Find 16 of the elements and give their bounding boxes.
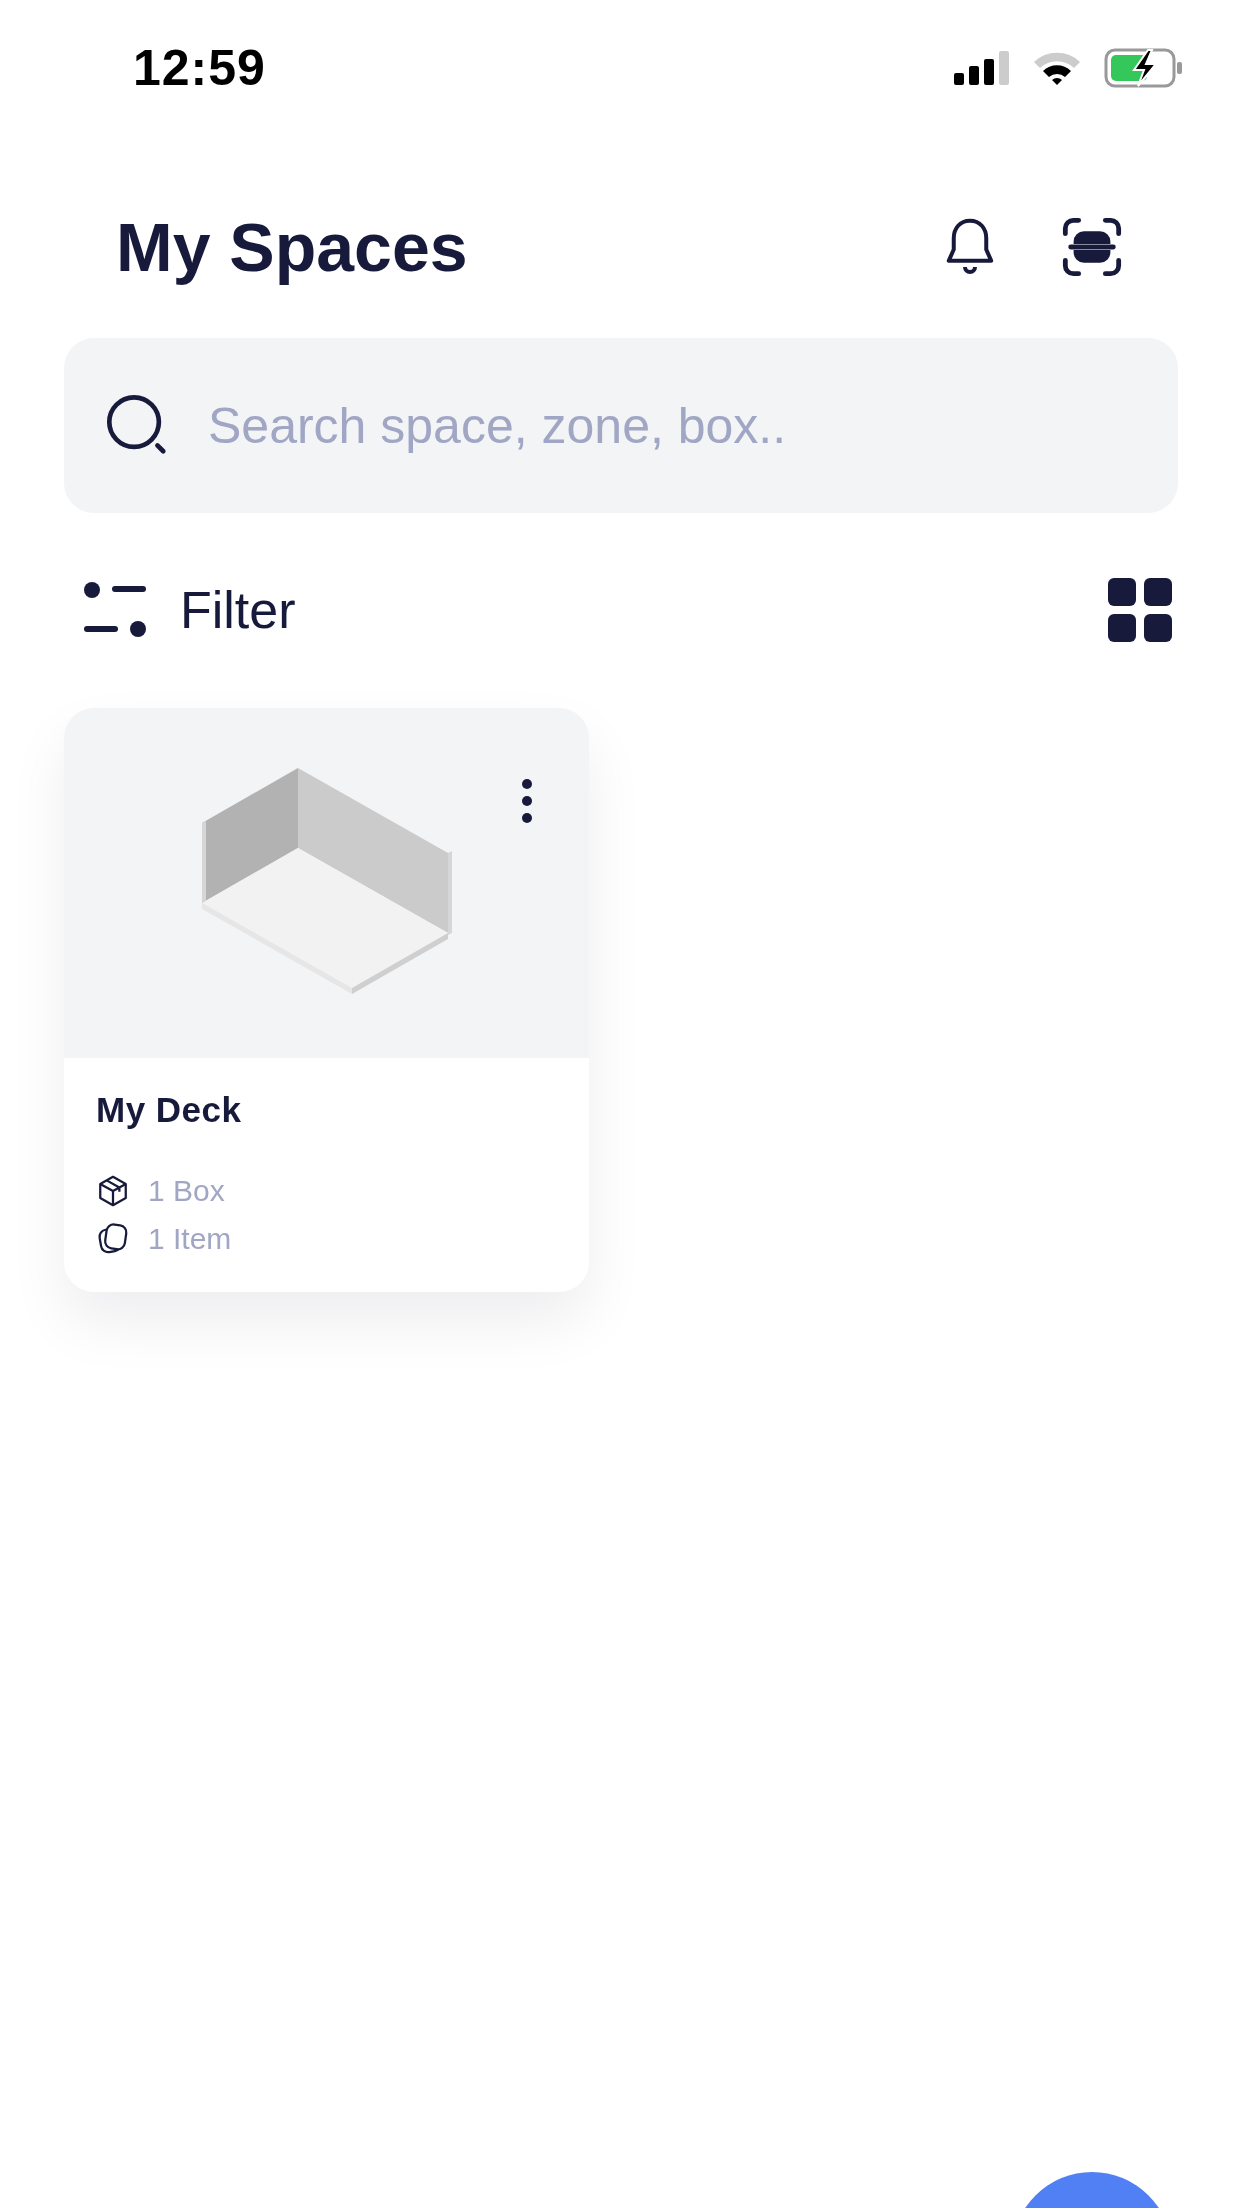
page-title: My Spaces xyxy=(116,208,468,286)
battery-icon xyxy=(1104,47,1184,88)
cards-icon xyxy=(96,1222,130,1256)
space-name: My Deck xyxy=(96,1090,243,1130)
grid-view-button[interactable] xyxy=(1108,578,1172,642)
status-time: 12:59 xyxy=(133,38,266,97)
scan-button[interactable] xyxy=(1060,215,1124,279)
box-icon xyxy=(96,1174,130,1208)
box-count: 1 Box xyxy=(148,1174,225,1208)
filter-button[interactable]: Filter xyxy=(84,580,296,640)
more-button[interactable] xyxy=(521,778,533,824)
signal-icon xyxy=(954,50,1010,85)
search-field[interactable]: Search space, zone, box.. xyxy=(64,338,1178,513)
filter-icon xyxy=(84,582,146,638)
item-count: 1 Item xyxy=(148,1222,232,1256)
space-card[interactable]: My Deck 1 Box 1 Item xyxy=(64,708,589,1292)
